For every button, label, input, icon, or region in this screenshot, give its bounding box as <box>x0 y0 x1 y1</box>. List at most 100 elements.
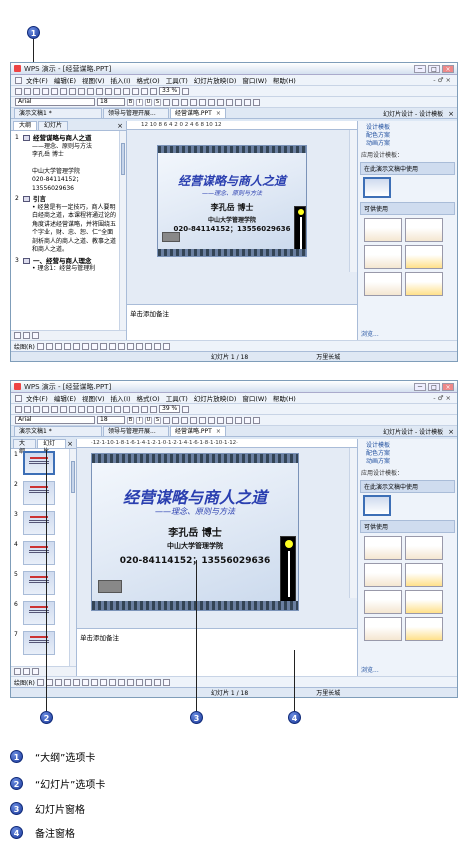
textbox-icon[interactable] <box>90 342 98 350</box>
menu-help[interactable]: 帮助(H) <box>271 393 298 403</box>
menu-insert[interactable]: 插入(I) <box>109 393 133 403</box>
menu-file[interactable]: 文件(F) <box>24 393 50 403</box>
design-icon[interactable] <box>244 416 251 424</box>
template-thumb[interactable] <box>364 617 402 641</box>
thumb-image[interactable] <box>23 481 55 505</box>
shadow-style-icon[interactable] <box>162 342 170 350</box>
line-icon[interactable] <box>54 342 62 350</box>
app-menu-icon[interactable] <box>15 394 22 402</box>
redo-icon[interactable] <box>123 87 130 95</box>
app-menu-icon[interactable] <box>15 76 22 84</box>
pane-close-icon[interactable]: × <box>67 440 73 448</box>
normal-view-icon[interactable] <box>14 332 21 339</box>
sorter-view-icon[interactable] <box>23 332 30 339</box>
thumb-slide-6[interactable]: 6 <box>14 601 66 625</box>
wordart-icon[interactable] <box>99 678 107 686</box>
slide-subtitle[interactable]: ——理念、原则与方法 <box>158 188 306 197</box>
copy-icon[interactable] <box>87 87 94 95</box>
numbering-icon[interactable] <box>199 416 206 424</box>
doc-tab-2[interactable]: 领导与管理开展... <box>103 108 169 118</box>
paste-icon[interactable] <box>96 405 103 413</box>
underline-icon[interactable]: U <box>145 416 152 424</box>
menu-window[interactable]: 窗口(W) <box>240 75 269 85</box>
text-color-icon[interactable] <box>135 342 143 350</box>
outline-slide-2[interactable]: 2 引言 <box>15 195 118 204</box>
draw-menu[interactable]: 绘图(R) <box>14 678 35 687</box>
outline-scrollbar[interactable] <box>119 131 126 330</box>
thumb-image[interactable] <box>23 571 55 595</box>
menu-tools[interactable]: 工具(T) <box>164 75 190 85</box>
menu-edit[interactable]: 编辑(E) <box>52 75 78 85</box>
menu-insert[interactable]: 插入(I) <box>109 75 133 85</box>
bold-icon[interactable]: B <box>127 416 134 424</box>
table-icon[interactable] <box>132 405 139 413</box>
rectangle-icon[interactable] <box>72 342 80 350</box>
textbox-icon[interactable] <box>90 678 98 686</box>
shrink-font-icon[interactable] <box>226 416 233 424</box>
table-icon[interactable] <box>132 87 139 95</box>
menu-view[interactable]: 视图(V) <box>80 393 107 403</box>
slideshow-view-icon[interactable] <box>32 332 39 339</box>
template-thumb[interactable] <box>405 563 443 587</box>
bold-icon[interactable]: B <box>127 98 134 106</box>
template-thumb[interactable] <box>364 272 402 296</box>
link-design-template[interactable]: 设计模板 <box>358 442 457 450</box>
link-color-scheme[interactable]: 配色方案 <box>358 132 457 140</box>
copy-icon[interactable] <box>87 405 94 413</box>
menu-slideshow[interactable]: 幻灯片放映(D) <box>192 75 239 85</box>
minimize-button[interactable]: － <box>414 64 426 73</box>
line-style-icon[interactable] <box>144 342 152 350</box>
slide-canvas[interactable]: 经营谋略与商人之道 ——理念、原则与方法 李孔岳 博士 中山大学管理学院 020… <box>157 145 307 257</box>
template-thumb[interactable] <box>405 617 443 641</box>
print-icon[interactable] <box>51 87 58 95</box>
paste-icon[interactable] <box>96 87 103 95</box>
thumb-slide-3[interactable]: 3 <box>14 511 66 535</box>
font-size-select[interactable]: 18 <box>97 416 125 424</box>
zoom-select[interactable]: 39 % <box>159 405 181 413</box>
help-icon[interactable] <box>182 405 190 413</box>
sorter-view-icon[interactable] <box>23 668 30 675</box>
doc-tab-1[interactable]: 演示文稿1 * <box>14 108 102 118</box>
menu-view[interactable]: 视图(V) <box>80 75 107 85</box>
undo-icon[interactable] <box>114 405 121 413</box>
preview-icon[interactable] <box>60 405 67 413</box>
link-design-template[interactable]: 设计模板 <box>358 124 457 132</box>
rectangle-icon[interactable] <box>72 678 80 686</box>
maximize-button[interactable]: □ <box>428 382 440 391</box>
format-painter-icon[interactable] <box>105 87 112 95</box>
grid-icon[interactable] <box>150 405 157 413</box>
normal-view-icon[interactable] <box>14 668 21 675</box>
taskpane-close-icon[interactable]: × <box>448 110 454 118</box>
close-button[interactable]: × <box>442 382 454 391</box>
slide-title[interactable]: 经营谋略与商人之道 <box>158 172 306 189</box>
menu-edit[interactable]: 编辑(E) <box>52 393 78 403</box>
tab-slides[interactable]: 幻灯片 <box>37 439 67 455</box>
bullets-icon[interactable] <box>208 98 215 106</box>
line-style-icon[interactable] <box>144 678 152 686</box>
slide-org[interactable]: 中山大学管理学院 <box>92 541 298 551</box>
slide-subtitle[interactable]: ——理念、原则与方法 <box>92 506 298 517</box>
underline-icon[interactable]: U <box>145 98 152 106</box>
thumb-scrollbar[interactable] <box>69 449 76 666</box>
tab-slides[interactable]: 幻灯片 <box>38 121 69 130</box>
slide-author[interactable]: 李孔岳 博士 <box>158 202 306 213</box>
doc-tab-2[interactable]: 领导与管理开展... <box>103 426 169 436</box>
align-center-icon[interactable] <box>172 416 179 424</box>
select-arrow-icon[interactable] <box>36 678 44 686</box>
align-center-icon[interactable] <box>172 98 179 106</box>
close-button[interactable]: × <box>442 64 454 73</box>
save-icon[interactable] <box>33 405 40 413</box>
align-right-icon[interactable] <box>181 416 188 424</box>
font-select[interactable]: Arial <box>15 98 95 106</box>
slideshow-view-icon[interactable] <box>32 668 39 675</box>
tab-outline[interactable]: 大纲 <box>13 439 37 455</box>
bullets-icon[interactable] <box>208 416 215 424</box>
thumb-slide-2[interactable]: 2 <box>14 481 66 505</box>
new-icon[interactable] <box>15 87 22 95</box>
font-color-icon[interactable] <box>235 98 242 106</box>
oval-icon[interactable] <box>81 678 89 686</box>
menu-window[interactable]: 窗口(W) <box>240 393 269 403</box>
template-thumb[interactable] <box>364 563 402 587</box>
browse-link[interactable]: 浏览... <box>361 329 379 338</box>
scroll-thumb[interactable] <box>71 461 75 493</box>
